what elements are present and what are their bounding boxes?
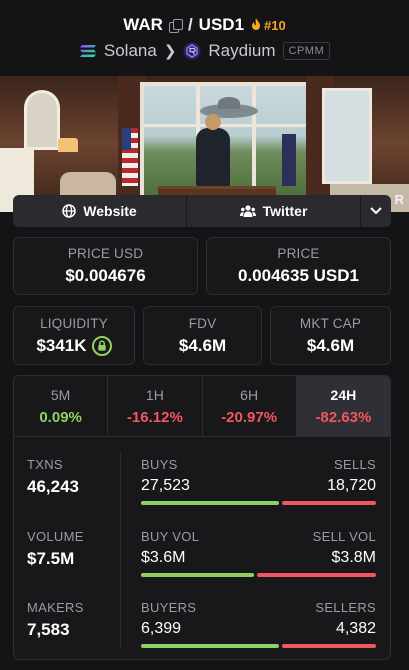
price-native-card: PRICE 0.004635 USD1: [206, 237, 391, 295]
buyers-value: 6,399: [141, 620, 182, 637]
raydium-icon: [183, 42, 201, 60]
website-label: Website: [83, 203, 137, 219]
volume-ratio-bar: [141, 573, 376, 577]
base-token: WAR: [123, 15, 163, 34]
tab-5m[interactable]: 5M 0.09%: [14, 376, 109, 436]
pair-header: WAR / USD1 #10 Solana ❯ Raydium CPMM: [0, 0, 409, 76]
users-icon: [239, 205, 256, 217]
social-links-bar: Website Twitter: [13, 195, 391, 227]
tab-1h[interactable]: 1H -16.12%: [108, 376, 203, 436]
banner-window-right: [322, 88, 372, 184]
stats-panel: 5M 0.09% 1H -16.12% 6H -20.97% 24H -82.6…: [13, 375, 391, 660]
makers-value: 7,583: [27, 620, 70, 639]
mkt-cap-label: MKT CAP: [299, 315, 362, 331]
quote-token: USD1: [198, 15, 245, 34]
liquidity-label: LIQUIDITY: [40, 315, 108, 331]
price-usd-value: $0.004676: [65, 266, 146, 285]
website-button[interactable]: Website: [13, 195, 187, 227]
fdv-card: FDV $4.6M: [143, 306, 262, 365]
buy-vol-value: $3.6M: [141, 549, 186, 566]
copy-icon[interactable]: [168, 18, 183, 33]
sells-label: SELLS: [334, 457, 376, 472]
price-change: 0.09%: [39, 408, 82, 426]
price-native-value: 0.004635 USD1: [238, 266, 359, 285]
sell-vol-label: SELL VOL: [312, 529, 376, 544]
sell-vol-bar: [256, 573, 376, 577]
price-change: -82.63%: [315, 408, 372, 426]
buys-value: 27,523: [141, 477, 190, 494]
metrics-section: TXNS 46,243 BUYS SELLS 27,523 18,720 VOL…: [14, 437, 390, 659]
chevron-down-icon: [370, 207, 382, 215]
liquidity-card: LIQUIDITY $341K: [13, 306, 135, 365]
mkt-cap-card: MKT CAP $4.6M: [270, 306, 391, 365]
price-usd-card: PRICE USD $0.004676: [13, 237, 198, 295]
banner-flag: [282, 134, 296, 186]
txns-ratio-bar: [141, 501, 376, 505]
twitter-button[interactable]: Twitter: [187, 195, 361, 227]
liquidity-value: $341K: [36, 335, 87, 355]
banner-text: R: [394, 192, 405, 207]
tab-24h[interactable]: 24H -82.63%: [296, 376, 390, 436]
price-change: -20.97%: [221, 408, 278, 426]
lock-icon[interactable]: [91, 335, 112, 356]
volume-value: $7.5M: [27, 549, 75, 568]
sellers-label: SELLERS: [315, 600, 376, 615]
dex-name[interactable]: Raydium: [208, 41, 275, 61]
tab-label: 1H: [145, 386, 164, 403]
metrics-divider: [120, 453, 121, 649]
banner-figure: [196, 114, 230, 188]
globe-icon: [62, 204, 77, 218]
price-native-label: PRICE: [277, 246, 320, 261]
chevron-right-icon: ❯: [163, 43, 177, 60]
banner-bookshelf: [24, 90, 60, 150]
makers-label: MAKERS: [27, 600, 84, 615]
pair-separator: /: [187, 15, 193, 34]
volume-breakdown: BUY VOL SELL VOL $3.6M $3.8M: [141, 529, 376, 577]
buyers-label: BUYERS: [141, 600, 197, 615]
sellers-bar: [281, 644, 376, 648]
tab-label: 6H: [240, 386, 259, 403]
makers-total: MAKERS 7,583: [27, 600, 84, 640]
tab-label: 24H: [330, 386, 357, 403]
tab-label: 5M: [50, 386, 71, 403]
banner-lamp: [58, 138, 78, 152]
more-links-button[interactable]: [361, 195, 391, 227]
chain-row: Solana ❯ Raydium CPMM: [79, 41, 331, 61]
txns-value: 46,243: [27, 477, 79, 496]
txns-label: TXNS: [27, 457, 63, 472]
mkt-cap-value: $4.6M: [306, 335, 355, 355]
sell-vol-value: $3.8M: [331, 549, 376, 566]
txns-breakdown: BUYS SELLS 27,523 18,720: [141, 457, 376, 505]
trending-rank[interactable]: #10: [250, 18, 286, 33]
volume-total: VOLUME $7.5M: [27, 529, 84, 569]
price-change: -16.12%: [126, 408, 183, 426]
banner-us-flag: [122, 128, 138, 186]
volume-label: VOLUME: [27, 529, 84, 544]
buys-bar: [141, 501, 280, 505]
price-usd-label: PRICE USD: [67, 246, 144, 261]
sells-bar: [282, 501, 376, 505]
fdv-label: FDV: [188, 315, 217, 331]
liquidity-row: $341K: [36, 335, 112, 356]
buys-label: BUYS: [141, 457, 178, 472]
tab-6h[interactable]: 6H -20.97%: [203, 376, 297, 436]
buy-vol-bar: [141, 573, 254, 577]
sells-value: 18,720: [327, 477, 376, 494]
sellers-value: 4,382: [335, 620, 376, 637]
pair-title: WAR / USD1 #10: [123, 15, 285, 35]
token-banner-image: R: [0, 76, 409, 212]
buy-vol-label: BUY VOL: [141, 529, 200, 544]
buyers-bar: [141, 644, 279, 648]
timeframe-tabs: 5M 0.09% 1H -16.12% 6H -20.97% 24H -82.6…: [14, 376, 390, 437]
makers-ratio-bar: [141, 644, 376, 648]
pool-type-badge: CPMM: [282, 42, 331, 60]
rank-label: #10: [264, 17, 286, 33]
twitter-label: Twitter: [262, 203, 308, 219]
makers-breakdown: BUYERS SELLERS 6,399 4,382: [141, 600, 376, 648]
flame-icon: [252, 18, 261, 30]
chain-name[interactable]: Solana: [104, 41, 157, 61]
txns-total: TXNS 46,243: [27, 457, 79, 497]
fdv-value: $4.6M: [178, 335, 227, 355]
solana-icon: [79, 45, 96, 57]
